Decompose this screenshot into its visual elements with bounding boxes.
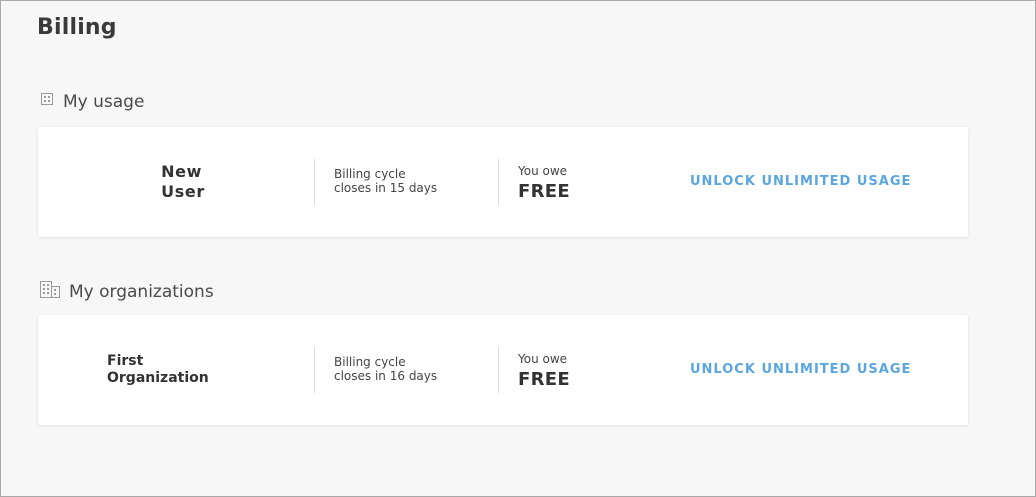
unlock-unlimited-usage-link[interactable]: UNLOCK UNLIMITED USAGE [690, 362, 911, 377]
amount-owed: You owe FREE [518, 352, 570, 390]
billing-cycle-label: Billing cycle [334, 167, 406, 181]
buildings-icon [39, 279, 61, 304]
amount-owed: You owe FREE [518, 164, 570, 202]
billing-cycle-label: Billing cycle [334, 355, 406, 369]
amount-owed-label: You owe [518, 352, 568, 366]
usage-card: New User Billing cycle closes in 15 days… [38, 127, 968, 237]
billing-cycle: Billing cycle closes in 15 days [334, 167, 437, 196]
account-name: New User [98, 127, 268, 237]
section-label: My organizations [69, 281, 214, 302]
building-small-icon [39, 91, 55, 112]
divider [498, 347, 499, 393]
organization-card: First Organization Billing cycle closes … [38, 315, 968, 425]
section-label: My usage [63, 91, 145, 112]
my-organizations-header: My organizations [39, 279, 214, 304]
unlock-unlimited-usage-link[interactable]: UNLOCK UNLIMITED USAGE [690, 174, 911, 189]
organization-name: First Organization [98, 315, 277, 425]
billing-cycle-remaining: closes in 16 days [334, 369, 438, 384]
account-name-line: User [161, 182, 205, 201]
divider [314, 347, 315, 393]
page-title: Billing [37, 15, 117, 40]
amount-owed-label: You owe [518, 164, 568, 178]
my-usage-header: My usage [39, 91, 144, 112]
divider [498, 159, 499, 205]
billing-cycle: Billing cycle closes in 16 days [334, 355, 437, 384]
billing-page: Billing My usage New User Billing cycle … [0, 0, 1036, 497]
organization-name-line: First [107, 352, 144, 369]
divider [314, 159, 315, 205]
amount-owed-value: FREE [518, 369, 570, 391]
amount-owed-value: FREE [518, 181, 570, 203]
organization-name-line: Organization [107, 370, 209, 386]
account-name-line: New [161, 162, 202, 181]
billing-cycle-remaining: closes in 15 days [334, 181, 438, 196]
